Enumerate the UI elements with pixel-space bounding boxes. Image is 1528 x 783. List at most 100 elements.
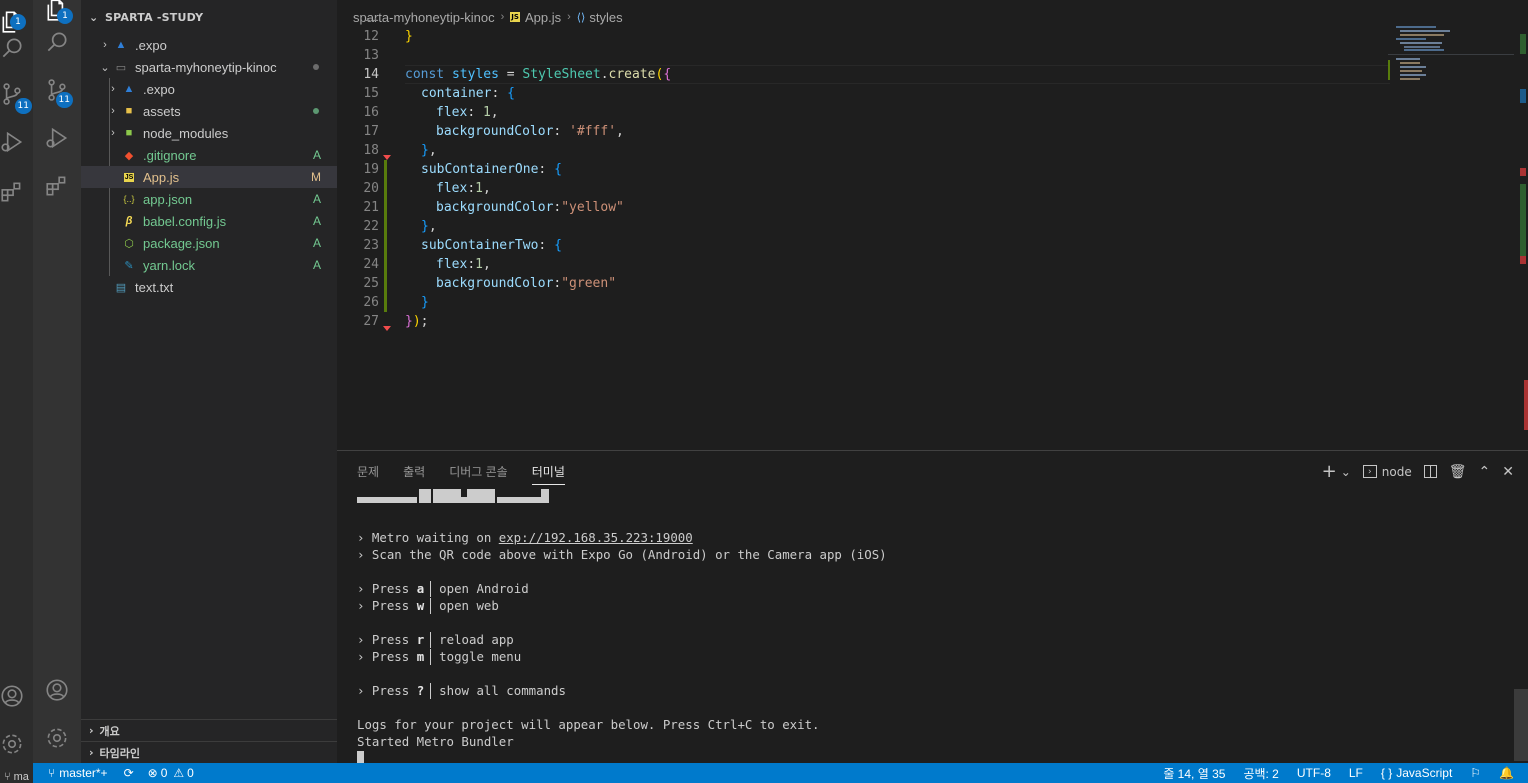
- added-line-marker: [384, 274, 387, 293]
- chevron-right-icon: ›: [111, 105, 115, 117]
- error-icon: ⊗: [147, 766, 158, 780]
- run-debug-icon[interactable]: [0, 120, 36, 164]
- code-editor[interactable]: sparta-myhoneytip-kinoc › JS App.js › ⟨⟩…: [337, 0, 1528, 450]
- tab-problems[interactable]: 문제: [357, 451, 379, 491]
- git-status-badge: A: [312, 192, 321, 206]
- indentation-status[interactable]: 공백: 2: [1243, 765, 1278, 782]
- notifications-bell-icon[interactable]: 🔔: [1499, 766, 1514, 780]
- tab-terminal[interactable]: 터미널: [531, 451, 565, 491]
- chevron-right-icon: ›: [103, 39, 107, 51]
- minimap[interactable]: [1388, 22, 1514, 102]
- tab-debug-console[interactable]: 디버그 콘솔: [449, 451, 508, 491]
- tree-item-label: node_modules: [143, 125, 229, 141]
- maximize-panel-icon[interactable]: ⌃: [1479, 464, 1491, 480]
- tree-item-node-modules[interactable]: › ■ node_modules: [81, 122, 337, 144]
- tree-item-expo[interactable]: › ▲ .expo: [81, 78, 337, 100]
- added-line-marker: [384, 293, 387, 312]
- extensions-icon[interactable]: [0, 170, 36, 214]
- code-line-13: 13: [363, 48, 379, 63]
- new-terminal-plus-icon[interactable]: +: [1322, 461, 1337, 482]
- code-line-25: 25 backgroundColor:"green": [363, 274, 617, 293]
- scm-badge: 11: [14, 98, 32, 114]
- editor-scrollbar[interactable]: [1514, 34, 1528, 450]
- tree-item-babel-config[interactable]: β babel.config.js A: [81, 210, 337, 232]
- logs-line: Logs for your project will appear below.…: [357, 717, 820, 732]
- git-branch-status[interactable]: ⑂ master*+: [48, 766, 108, 780]
- settings-gear-icon[interactable]: [33, 716, 81, 760]
- added-line-marker: [384, 255, 387, 274]
- terminal-scrollbar[interactable]: [1514, 689, 1528, 761]
- tree-item-text-txt[interactable]: ▤ text.txt: [81, 276, 337, 298]
- added-line-marker: [384, 179, 387, 198]
- terminal-output[interactable]: › Metro waiting on exp://192.168.35.223:…: [357, 489, 1508, 767]
- terminal-icon: ›: [1362, 465, 1377, 478]
- tree-item-gitignore[interactable]: ◆ .gitignore A: [81, 144, 337, 166]
- press-a-line: › Press a open Android: [357, 580, 529, 597]
- metro-waiting-line: › Metro waiting on exp://192.168.35.223:…: [357, 530, 693, 545]
- metro-url-link[interactable]: exp://192.168.35.223:19000: [499, 530, 693, 545]
- chevron-right-icon: ›: [89, 746, 94, 759]
- eol-status[interactable]: LF: [1349, 766, 1363, 780]
- tree-item-label: text.txt: [135, 279, 174, 295]
- account-icon[interactable]: [0, 674, 36, 718]
- scm-badge: 11: [55, 92, 73, 108]
- tree-item-yarn-lock[interactable]: ✎ yarn.lock A: [81, 254, 337, 276]
- trash-icon[interactable]: 🗑: [1449, 464, 1467, 480]
- search-icon[interactable]: [33, 20, 81, 64]
- chevron-right-icon: ›: [111, 127, 115, 139]
- warning-icon: ⚠: [173, 766, 185, 780]
- tree-item-app-js[interactable]: JS App.js M: [81, 166, 337, 188]
- terminal-select[interactable]: › node: [1362, 465, 1412, 479]
- close-icon[interactable]: ✕: [1502, 464, 1514, 480]
- source-control-icon[interactable]: 11: [33, 68, 81, 112]
- sync-icon[interactable]: ⟳: [124, 766, 134, 780]
- git-status-badge: A: [312, 148, 321, 162]
- npm-file-icon: ⬡: [124, 237, 134, 250]
- chevron-right-icon: ›: [89, 724, 94, 737]
- timeline-section-header[interactable]: › 타임라인: [81, 741, 337, 763]
- tree-item-label: assets: [143, 103, 181, 119]
- folder-open-icon: ▭: [115, 61, 127, 74]
- tree-item-label: .expo: [143, 81, 175, 97]
- encoding-status[interactable]: UTF-8: [1297, 766, 1331, 780]
- code-line-20: 20 flex:1,: [363, 179, 491, 198]
- press-m-line: › Press m toggle menu: [357, 648, 522, 665]
- run-debug-icon[interactable]: [33, 116, 81, 160]
- qr-code-fragment: [357, 489, 1508, 503]
- tree-item-expo-root[interactable]: › ▲ .expo: [81, 34, 337, 56]
- js-badge: JS: [123, 172, 135, 182]
- outline-section-header[interactable]: › 개요: [81, 719, 337, 741]
- language-mode[interactable]: { } JavaScript: [1381, 766, 1452, 780]
- chevron-down-icon[interactable]: ⌄: [1341, 465, 1351, 479]
- explorer-root-header[interactable]: ⌄ SPARTA -STUDY: [81, 0, 337, 34]
- tab-output[interactable]: 출력: [403, 451, 425, 491]
- code-line-19: 19 subContainerOne: {: [363, 160, 562, 179]
- tree-item-assets[interactable]: › ■ assets: [81, 100, 337, 122]
- status-bar-left-fragment: ⑂ ma: [0, 763, 33, 783]
- feedback-icon[interactable]: ⚐: [1470, 766, 1481, 780]
- problems-status[interactable]: ⊗ 0 ⚠ 0: [148, 766, 194, 780]
- tree-item-label: sparta-myhoneytip-kinoc: [135, 59, 277, 75]
- bottom-panel: 문제 출력 디버그 콘솔 터미널 + ⌄ › node 🗑 ⌃ ✕ › Metr…: [337, 450, 1528, 767]
- search-icon[interactable]: [0, 26, 36, 70]
- account-icon[interactable]: [33, 668, 81, 712]
- split-terminal-icon[interactable]: [1423, 465, 1437, 478]
- tree-item-app-json[interactable]: {..} app.json A: [81, 188, 337, 210]
- activity-bar: 1 11: [33, 0, 81, 763]
- tree-item-project-folder[interactable]: ⌄ ▭ sparta-myhoneytip-kinoc: [81, 56, 337, 78]
- settings-gear-icon[interactable]: [0, 722, 36, 766]
- source-control-icon[interactable]: 11: [0, 72, 36, 116]
- yarn-file-icon: ✎: [124, 259, 134, 272]
- deleted-line-marker-icon: [383, 326, 391, 331]
- code-line-26: 26 }: [363, 293, 429, 312]
- tree-item-package-json[interactable]: ⬡ package.json A: [81, 232, 337, 254]
- extensions-icon[interactable]: [33, 164, 81, 208]
- modified-dot-icon: [313, 64, 319, 70]
- press-help-line: › Press ? show all commands: [357, 682, 566, 699]
- branch-icon: ⑂: [4, 771, 11, 783]
- code-line-15: 15 container: {: [363, 86, 515, 101]
- tree-item-label: yarn.lock: [143, 257, 196, 273]
- cursor-position[interactable]: 줄 14, 열 35: [1163, 765, 1225, 782]
- tree-item-label: babel.config.js: [143, 213, 227, 229]
- braces-icon: { }: [1380, 766, 1393, 780]
